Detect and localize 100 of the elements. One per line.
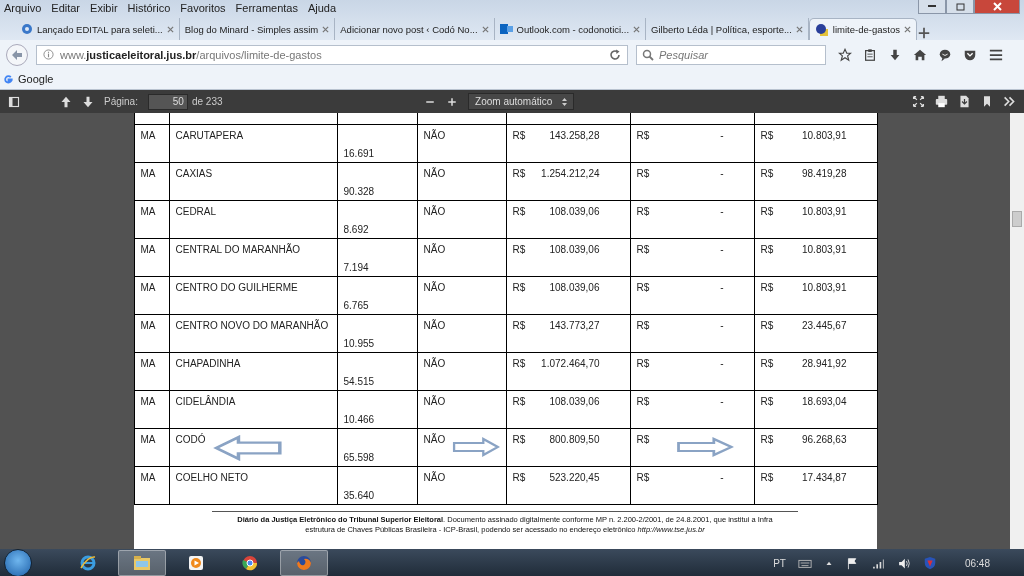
chat-icon[interactable]: [938, 47, 952, 62]
up-arrow-icon[interactable]: [60, 95, 72, 108]
table-cell-text: MA: [140, 130, 156, 143]
browser-tab[interactable]: limite-de-gastos: [808, 18, 917, 40]
address-bar[interactable]: www.justicaeleitoral.jus.br/arquivos/limite-de-gastos: [36, 44, 628, 65]
scrollbar[interactable]: [1010, 113, 1024, 549]
table-cell-text: 800.809,50: [549, 434, 600, 447]
chrome-browser-icon[interactable]: [241, 554, 259, 572]
fullscreen-icon[interactable]: [912, 95, 925, 108]
save-icon[interactable]: [958, 95, 971, 108]
start-button[interactable]: [4, 549, 32, 576]
table-cell-text: CODÓ: [175, 434, 206, 447]
star-icon[interactable]: [838, 47, 852, 62]
flag-icon[interactable]: [845, 556, 859, 570]
table-cell-text: NÃO: [423, 396, 446, 409]
close-icon[interactable]: [166, 25, 174, 33]
menu-item[interactable]: Favoritos: [180, 1, 226, 14]
table-cell-text: NÃO: [423, 130, 446, 143]
table-cell-text: 143.258,28: [549, 130, 600, 143]
menu-item[interactable]: Editar: [51, 1, 81, 14]
table-cell-text: NÃO: [423, 168, 446, 181]
table-cell-text: COELHO NETO: [175, 472, 249, 485]
menu-item[interactable]: Ajuda: [307, 1, 337, 14]
table-cell: 10.466: [343, 414, 375, 425]
close-icon[interactable]: [481, 25, 489, 33]
currency-label: R$: [636, 206, 650, 219]
table-cell: 8.692: [343, 224, 369, 235]
browser-icon[interactable]: [79, 554, 97, 572]
bookmark-item[interactable]: Google: [3, 73, 54, 85]
minimize-button[interactable]: [918, 0, 946, 14]
close-icon[interactable]: [322, 25, 330, 33]
menu-item[interactable]: Exibir: [90, 1, 118, 14]
print-icon[interactable]: [935, 95, 948, 108]
table-cell-text: MA: [140, 396, 156, 409]
signal-icon[interactable]: [870, 556, 885, 570]
speaker-icon[interactable]: [896, 556, 911, 570]
close-icon[interactable]: [903, 26, 911, 33]
currency-label: R$: [512, 434, 526, 447]
currency-label: R$: [636, 472, 650, 485]
table-cell-text: CHAPADINHA: [175, 358, 241, 371]
currency-label: R$: [636, 358, 650, 371]
table-cell: 16.691: [343, 148, 375, 159]
currency-label: R$: [636, 130, 650, 143]
currency-label: R$: [760, 244, 774, 257]
currency-label: R$: [760, 472, 774, 485]
reload-icon[interactable]: [609, 48, 621, 61]
firefox-browser-icon[interactable]: [295, 554, 313, 572]
bookmark-icon[interactable]: [981, 95, 993, 108]
clipboard-icon[interactable]: [863, 47, 877, 62]
table-cell-text: 108.039,06: [549, 396, 600, 409]
menu-item[interactable]: Ferramentas: [235, 1, 298, 14]
table-cell: 65.598: [343, 452, 375, 463]
table-cell-text: -: [720, 472, 724, 485]
info-icon[interactable]: [43, 49, 54, 60]
table-cell-text: 108.039,06: [549, 282, 600, 295]
close-icon[interactable]: [795, 25, 803, 33]
currency-label: R$: [760, 358, 774, 371]
table-cell-text: CARUTAPERA: [175, 130, 244, 143]
down-arrow-icon[interactable]: [82, 95, 94, 108]
table-cell-text: NÃO: [423, 282, 446, 295]
more-tools-icon[interactable]: [1003, 95, 1016, 108]
table-cell-text: 17.434,87: [802, 472, 847, 485]
table-cell-text: MA: [140, 206, 156, 219]
table-cell-text: CENTRO DO GUILHERME: [175, 282, 298, 295]
back-button[interactable]: [6, 43, 28, 66]
menu-item[interactable]: Histórico: [127, 1, 171, 14]
home-icon[interactable]: [913, 47, 927, 62]
close-button[interactable]: [974, 0, 1020, 14]
new-tab-icon[interactable]: [916, 26, 931, 40]
table-cell-text: MA: [140, 282, 156, 295]
folder-icon[interactable]: [133, 555, 151, 571]
currency-label: R$: [636, 282, 650, 295]
menu-icon[interactable]: [988, 47, 1004, 62]
table-cell-text: 1.254.212,24: [541, 168, 600, 181]
zoom-in-icon[interactable]: [446, 95, 459, 108]
menu-item[interactable]: Arquivo: [4, 1, 42, 14]
currency-label: R$: [512, 244, 526, 257]
minimize-icon: [928, 5, 936, 8]
zoom-select[interactable]: Zoom automático: [468, 93, 575, 110]
currency-label: R$: [760, 396, 774, 409]
sidebar-toggle-icon[interactable]: [8, 95, 20, 108]
table-cell-text: MA: [140, 320, 156, 333]
right-arrow-icon: [675, 437, 734, 457]
currency-label: R$: [760, 168, 774, 181]
search-field[interactable]: Pesquisar: [636, 44, 826, 65]
media-player-icon[interactable]: [188, 555, 204, 571]
currency-label: R$: [512, 282, 526, 295]
language-indicator[interactable]: PT: [773, 557, 786, 569]
close-icon[interactable]: [633, 25, 641, 33]
currency-label: R$: [760, 434, 774, 447]
table-cell: 6.765: [343, 300, 369, 311]
globe-icon: [21, 23, 33, 35]
download-icon[interactable]: [888, 47, 902, 62]
clock[interactable]: 06:48: [964, 557, 990, 569]
table-cell-text: 108.039,06: [549, 206, 600, 219]
currency-label: R$: [760, 206, 774, 219]
shield-icon[interactable]: [922, 556, 937, 570]
table-cell-text: CENTRO NOVO DO MARANHÃO: [175, 320, 329, 333]
currency-label: R$: [512, 206, 526, 219]
page-number-field[interactable]: 50: [147, 93, 188, 110]
